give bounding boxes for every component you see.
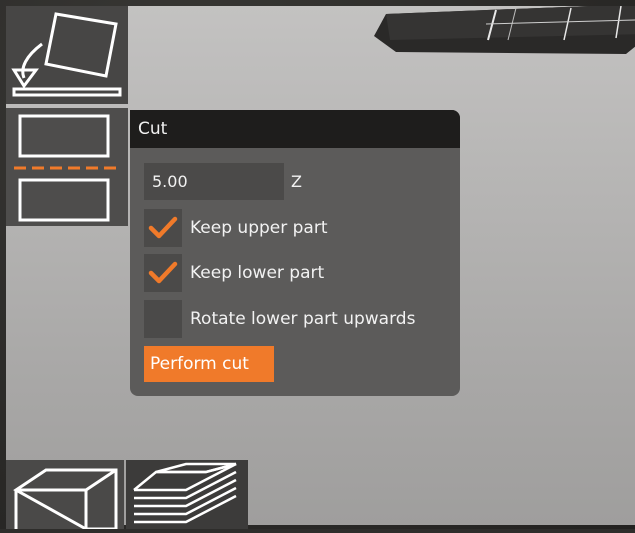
checkbox-box[interactable] <box>144 300 182 338</box>
layers-icon <box>133 462 237 524</box>
axis-label: Z <box>291 172 302 191</box>
layer-view-button[interactable] <box>126 460 248 529</box>
keep-upper-part-checkbox[interactable]: Keep upper part <box>144 209 454 247</box>
cut-panel: Cut Z Keep upper part Keep lower part Ro… <box>130 110 460 396</box>
rotate-lower-part-label: Rotate lower part upwards <box>190 309 416 329</box>
checkmark-icon <box>148 261 178 284</box>
checkmark-icon <box>148 216 178 239</box>
checkbox-box[interactable] <box>144 254 182 292</box>
cut-icon <box>14 114 118 222</box>
print-bed <box>374 6 635 54</box>
keep-lower-part-checkbox[interactable]: Keep lower part <box>144 254 454 292</box>
perform-cut-button[interactable]: Perform cut <box>144 346 274 382</box>
lay-flat-tool-button[interactable] <box>6 6 128 104</box>
checkbox-box[interactable] <box>144 209 182 247</box>
cut-panel-title: Cut <box>138 119 168 139</box>
cube-icon <box>13 468 118 531</box>
rotate-lower-part-checkbox[interactable]: Rotate lower part upwards <box>144 300 454 338</box>
cut-height-input[interactable] <box>144 163 284 200</box>
keep-upper-part-label: Keep upper part <box>190 218 328 238</box>
lay-flat-icon <box>11 12 122 97</box>
cut-panel-header: Cut <box>130 110 460 148</box>
keep-lower-part-label: Keep lower part <box>190 263 325 283</box>
cut-tool-button[interactable] <box>6 108 128 226</box>
model-view-button[interactable] <box>6 460 124 531</box>
